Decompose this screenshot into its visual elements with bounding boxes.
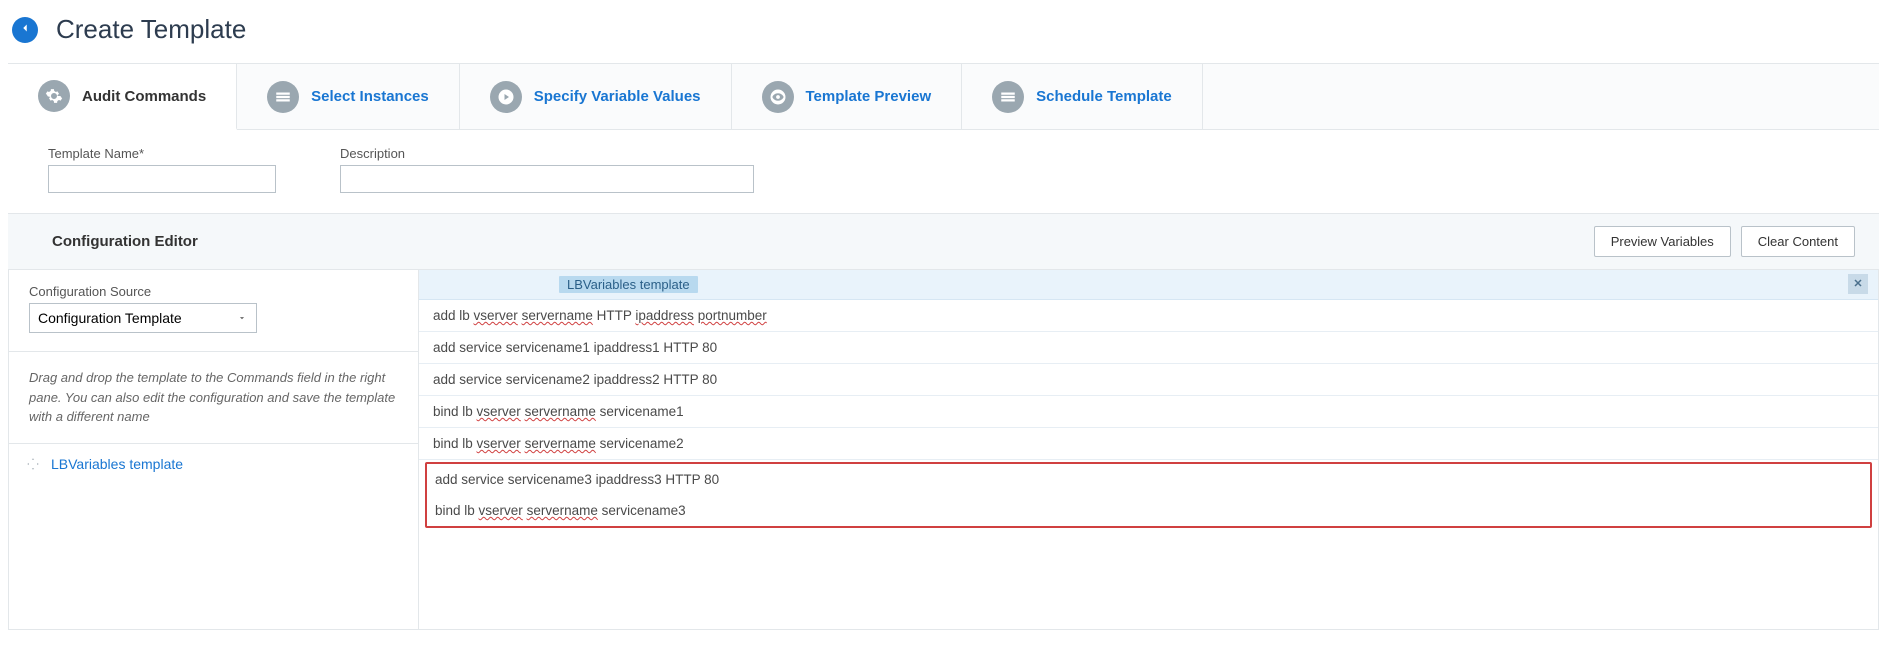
command-line[interactable]: bind lb vserver servername servicename3 <box>427 495 1870 526</box>
tab-audit-commands[interactable]: Audit Commands <box>8 64 237 130</box>
tab-label: Select Instances <box>311 88 429 105</box>
tab-label: Template Preview <box>806 88 932 105</box>
play-circle-icon <box>490 81 522 113</box>
config-source-select[interactable]: Configuration Template <box>29 303 257 333</box>
description-label: Description <box>340 146 754 161</box>
stack-icon <box>992 81 1024 113</box>
command-line[interactable]: add service servicename2 ipaddress2 HTTP… <box>419 364 1878 396</box>
stack-icon <box>267 81 299 113</box>
remove-template-button[interactable] <box>1848 274 1868 294</box>
tab-template-preview[interactable]: Template Preview <box>732 64 963 129</box>
template-name-label: Template Name* <box>48 146 276 161</box>
arrow-left-icon <box>18 21 32 38</box>
tab-schedule-template[interactable]: Schedule Template <box>962 64 1203 129</box>
close-icon <box>1852 276 1864 292</box>
tab-label: Audit Commands <box>82 88 206 105</box>
draggable-template-item[interactable]: LBVariables template <box>9 444 418 484</box>
gear-icon <box>38 80 70 112</box>
config-editor-title: Configuration Editor <box>52 233 198 250</box>
applied-template-chip: LBVariables template <box>559 276 698 293</box>
tab-label: Schedule Template <box>1036 88 1172 105</box>
config-source-hint: Drag and drop the template to the Comman… <box>9 352 418 444</box>
back-button[interactable] <box>12 17 38 43</box>
highlighted-commands: add service servicename3 ipaddress3 HTTP… <box>425 462 1872 528</box>
command-line[interactable]: add lb vserver servername HTTP ipaddress… <box>419 300 1878 332</box>
tab-label: Specify Variable Values <box>534 88 701 105</box>
draggable-template-label: LBVariables template <box>51 456 183 472</box>
command-line[interactable]: add service servicename1 ipaddress1 HTTP… <box>419 332 1878 364</box>
template-name-input[interactable] <box>48 165 276 193</box>
command-line[interactable]: bind lb vserver servername servicename1 <box>419 396 1878 428</box>
clear-content-button[interactable]: Clear Content <box>1741 226 1855 257</box>
eye-circle-icon <box>762 81 794 113</box>
tab-select-instances[interactable]: Select Instances <box>237 64 460 129</box>
page-title: Create Template <box>56 14 246 45</box>
wizard-tabs: Audit Commands Select Instances Specify Va… <box>8 63 1879 130</box>
preview-variables-button[interactable]: Preview Variables <box>1594 226 1731 257</box>
config-source-label: Configuration Source <box>29 284 398 299</box>
tab-specify-variable-values[interactable]: Specify Variable Values <box>460 64 732 129</box>
command-line[interactable]: add service servicename3 ipaddress3 HTTP… <box>427 464 1870 495</box>
command-line[interactable]: bind lb vserver servername servicename2 <box>419 428 1878 460</box>
description-input[interactable] <box>340 165 754 193</box>
drag-handle-icon <box>25 456 41 472</box>
